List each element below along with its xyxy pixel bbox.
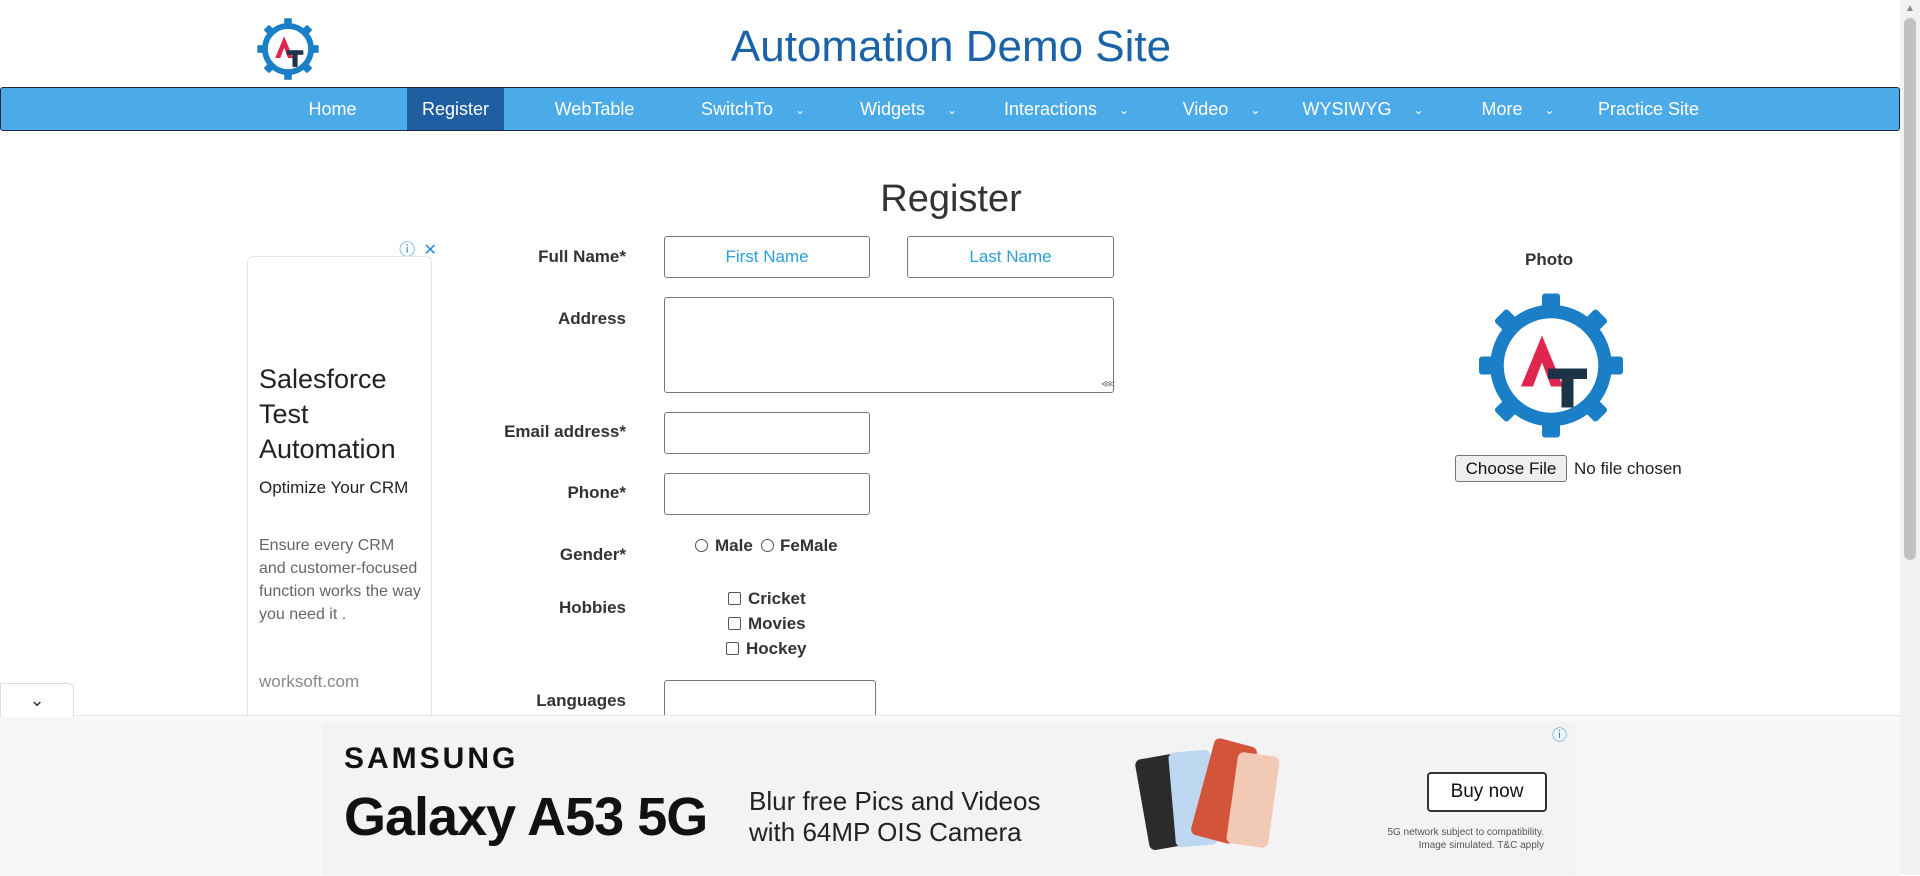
email-input[interactable] xyxy=(664,412,870,454)
hobbies-label: Hobbies xyxy=(558,598,626,617)
nav-label: Register xyxy=(421,99,490,119)
scroll-up-icon[interactable]: ▲ xyxy=(1900,0,1920,17)
gender-label: Gender* xyxy=(559,545,626,564)
last-name-input[interactable]: Last Name xyxy=(907,236,1114,278)
left-ad[interactable]: ⓘ ✕ Salesforce Test Automation Optimize … xyxy=(237,236,443,727)
chevron-down-icon: ⌄ xyxy=(1250,103,1261,118)
info-icon[interactable]: ⓘ xyxy=(1552,724,1567,745)
nav-label: WYSIWYG xyxy=(1302,99,1392,119)
nav-widgets[interactable]: Widgets ⌄ xyxy=(847,88,970,130)
nav-switchto[interactable]: SwitchTo ⌄ xyxy=(689,88,817,130)
page-heading: Register xyxy=(880,178,1022,220)
nav-label: WebTable xyxy=(554,99,635,119)
ad-brand: SAMSUNG xyxy=(344,742,519,775)
nav-label: SwitchTo xyxy=(700,99,773,119)
page-scrollbar[interactable]: ▲ xyxy=(1900,0,1920,875)
checkbox-cricket[interactable] xyxy=(728,592,741,605)
first-name-input[interactable]: First Name xyxy=(664,236,870,278)
radio-female[interactable] xyxy=(761,539,774,552)
ad-tagline: Blur free Pics and Videos with 64MP OIS … xyxy=(749,786,1041,847)
ad-body: Ensure every CRM and customer-focused fu… xyxy=(259,537,421,623)
nav-practice-site[interactable]: Practice Site xyxy=(1586,88,1711,130)
chevron-down-icon: ⌄ xyxy=(946,103,958,118)
radio-male-label: Male xyxy=(715,536,753,555)
languages-label: Languages xyxy=(536,691,626,710)
ad-subhead: Optimize Your CRM xyxy=(259,478,409,497)
resize-grip-icon[interactable]: ⋘ xyxy=(1101,380,1115,390)
nav-register[interactable]: Register xyxy=(407,88,504,130)
phone-input[interactable] xyxy=(664,473,870,515)
checkbox-movies-label: Movies xyxy=(748,614,806,633)
file-status: No file chosen xyxy=(1574,459,1682,478)
buy-now-button[interactable]: Buy now xyxy=(1427,772,1547,812)
radio-female-label: FeMale xyxy=(780,536,838,555)
nav-more[interactable]: More ⌄ xyxy=(1469,88,1567,130)
nav-label: Home xyxy=(308,99,357,119)
radio-male[interactable] xyxy=(695,539,708,552)
ad-fineprint: 5G network subject to compatibility. Ima… xyxy=(1387,827,1544,851)
full-name-label: Full Name* xyxy=(538,247,626,266)
chevron-down-icon: ⌄ xyxy=(794,103,806,118)
nav-wysiwyg[interactable]: WYSIWYG ⌄ xyxy=(1299,88,1427,130)
main-navbar: Home Register WebTable SwitchTo ⌄ Widgets… xyxy=(0,87,1900,131)
phone-label: Phone* xyxy=(567,483,626,502)
nav-home[interactable]: Home xyxy=(284,88,381,130)
checkbox-hockey[interactable] xyxy=(726,642,739,655)
nav-label: Widgets xyxy=(859,99,925,119)
nav-label: More xyxy=(1481,99,1523,119)
photo-label: Photo xyxy=(1525,250,1574,269)
nav-interactions[interactable]: Interactions ⌄ xyxy=(996,88,1137,130)
photo-preview xyxy=(1479,293,1623,438)
chevron-down-icon: ⌄ xyxy=(1119,103,1130,118)
checkbox-movies[interactable] xyxy=(728,617,741,630)
nav-label: Video xyxy=(1182,99,1229,119)
bottom-ad[interactable]: ⓘ SAMSUNG Galaxy A53 5G Blur free Pics a… xyxy=(322,722,1575,875)
checkbox-hockey-label: Hockey xyxy=(746,639,807,658)
address-textarea[interactable]: ⋘ xyxy=(664,297,1115,393)
phones-image xyxy=(1135,738,1280,850)
email-label: Email address* xyxy=(504,422,626,441)
ad-headline: Salesforce Test Automation xyxy=(259,364,396,464)
nav-label: Interactions xyxy=(1003,99,1097,119)
chevron-down-icon: ⌄ xyxy=(1544,103,1555,118)
site-title: Automation Demo Site xyxy=(730,22,1172,71)
scroll-thumb[interactable] xyxy=(1904,18,1916,560)
address-label: Address xyxy=(557,309,626,328)
choose-file-button[interactable]: Choose File xyxy=(1455,455,1567,482)
nav-video[interactable]: Video ⌄ xyxy=(1169,88,1274,130)
nav-webtable[interactable]: WebTable xyxy=(536,88,653,130)
checkbox-cricket-label: Cricket xyxy=(748,589,806,608)
ad-domain[interactable]: worksoft.com xyxy=(259,672,359,692)
chevron-down-icon: ⌄ xyxy=(1413,103,1424,118)
chevron-down-icon[interactable]: ⌄ xyxy=(0,683,74,717)
ad-product: Galaxy A53 5G xyxy=(344,787,708,847)
nav-label: Practice Site xyxy=(1597,99,1700,119)
